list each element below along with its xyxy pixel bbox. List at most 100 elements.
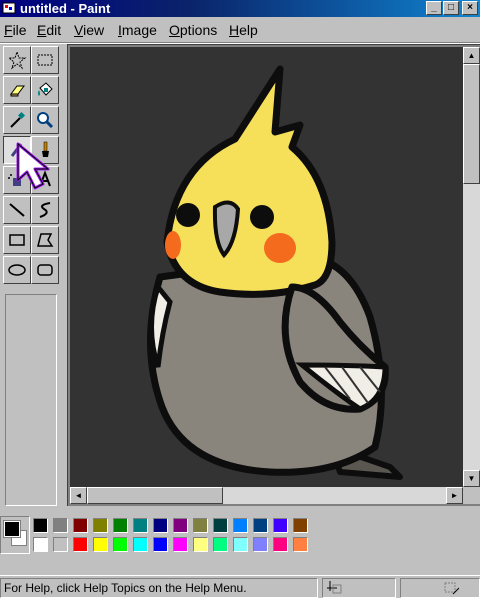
rect-select-icon [37, 54, 53, 66]
menu-help[interactable]: Help [229, 22, 258, 38]
close-button[interactable]: × [462, 1, 478, 15]
palette-swatch[interactable] [253, 518, 268, 533]
line-tool-button[interactable] [3, 196, 31, 224]
title-bar[interactable]: untitled - Paint _ □ × [0, 0, 480, 17]
palette-swatch[interactable] [113, 537, 128, 552]
rectangle-tool-button[interactable] [3, 226, 31, 254]
palette-swatch[interactable] [93, 537, 108, 552]
horizontal-scrollbar[interactable]: ◄ ► [70, 487, 463, 504]
bird-left-eye [176, 203, 200, 227]
cockatiel-drawing [147, 65, 403, 480]
rect-select-tool-button[interactable] [31, 46, 59, 74]
menu-options[interactable]: Options [169, 22, 217, 38]
color-palette [0, 512, 480, 562]
color-picker-tool-button[interactable] [3, 106, 31, 134]
tool-options-panel[interactable] [5, 294, 57, 506]
status-position-pane [322, 578, 396, 598]
bird-head [163, 65, 336, 298]
ellipse-icon [8, 264, 26, 276]
arrow-left-icon: ◄ [74, 491, 83, 500]
status-bar: For Help, click Help Topics on the Help … [0, 575, 480, 598]
bird-left-cheek [165, 231, 181, 259]
menu-file[interactable]: File [4, 22, 27, 38]
polygon-tool-button[interactable] [31, 226, 59, 254]
bird-right-cheek [264, 233, 296, 263]
status-message-pane: For Help, click Help Topics on the Help … [0, 578, 318, 598]
minimize-button[interactable]: _ [426, 1, 442, 15]
eraser-icon [10, 85, 25, 97]
palette-swatch[interactable] [33, 518, 48, 533]
tool-box [0, 44, 62, 506]
brush-tool-button[interactable] [31, 136, 59, 164]
palette-swatch[interactable] [253, 537, 268, 552]
text-icon [39, 170, 51, 187]
curve-icon [39, 202, 51, 218]
palette-swatch[interactable] [173, 537, 188, 552]
palette-swatch[interactable] [153, 537, 168, 552]
pencil-tool-button[interactable] [3, 136, 31, 164]
paint-app-icon [2, 2, 16, 14]
palette-swatch[interactable] [213, 537, 228, 552]
minimize-icon: _ [431, 2, 437, 13]
maximize-icon: □ [447, 2, 455, 13]
scroll-down-button[interactable]: ▼ [463, 470, 480, 487]
arrow-down-icon: ▼ [467, 474, 476, 483]
star-select-icon [7, 50, 27, 70]
eyedropper-icon [10, 111, 26, 128]
menu-edit[interactable]: Edit [37, 22, 61, 38]
palette-swatch[interactable] [73, 537, 88, 552]
paint-bucket-icon [38, 82, 53, 96]
scroll-right-button[interactable]: ► [446, 487, 463, 504]
palette-swatch[interactable] [293, 518, 308, 533]
drawing-canvas[interactable] [70, 47, 463, 487]
line-icon [9, 203, 25, 217]
magnifier-icon [37, 112, 54, 129]
palette-swatch[interactable] [273, 537, 288, 552]
rectangle-icon [9, 234, 25, 246]
magnifier-tool-button[interactable] [31, 106, 59, 134]
palette-swatch[interactable] [73, 518, 88, 533]
palette-swatch[interactable] [213, 518, 228, 533]
palette-swatch[interactable] [173, 518, 188, 533]
airbrush-icon [8, 174, 21, 186]
menu-view[interactable]: View [74, 22, 104, 38]
airbrush-tool-button[interactable] [3, 166, 31, 194]
palette-swatch[interactable] [153, 518, 168, 533]
polygon-icon [37, 233, 54, 247]
canvas-corner [463, 487, 480, 504]
rounded-rect-tool-button[interactable] [31, 256, 59, 284]
palette-swatch[interactable] [53, 518, 68, 533]
text-tool-button[interactable] [31, 166, 59, 194]
palette-swatch[interactable] [133, 537, 148, 552]
scroll-up-button[interactable]: ▲ [463, 47, 480, 64]
maximize-button[interactable]: □ [443, 1, 459, 15]
palette-swatch[interactable] [273, 518, 288, 533]
palette-swatch[interactable] [53, 537, 68, 552]
eraser-tool-button[interactable] [3, 76, 31, 104]
vertical-scroll-thumb[interactable] [463, 64, 480, 184]
palette-swatch[interactable] [233, 518, 248, 533]
free-form-select-tool-button[interactable] [3, 46, 31, 74]
curve-tool-button[interactable] [31, 196, 59, 224]
palette-swatch[interactable] [193, 537, 208, 552]
palette-swatch[interactable] [113, 518, 128, 533]
status-message: For Help, click Help Topics on the Help … [4, 581, 247, 595]
menu-image[interactable]: Image [118, 22, 157, 38]
menu-bar: File Edit View Image Options Help [0, 18, 480, 42]
palette-swatch[interactable] [293, 537, 308, 552]
fill-tool-button[interactable] [31, 76, 59, 104]
vertical-scrollbar[interactable]: ▲ ▼ [463, 47, 480, 487]
palette-swatch[interactable] [33, 537, 48, 552]
palette-swatch[interactable] [133, 518, 148, 533]
ellipse-tool-button[interactable] [3, 256, 31, 284]
cursor-position-icon [327, 581, 342, 594]
palette-swatch[interactable] [233, 537, 248, 552]
window-title: untitled - Paint [20, 1, 111, 16]
palette-swatch[interactable] [93, 518, 108, 533]
selection-size-icon [444, 582, 459, 595]
rounded-rectangle-icon [37, 264, 53, 276]
scroll-left-button[interactable]: ◄ [70, 487, 87, 504]
status-size-pane [400, 578, 480, 598]
palette-swatch[interactable] [193, 518, 208, 533]
horizontal-scroll-thumb[interactable] [87, 487, 223, 504]
